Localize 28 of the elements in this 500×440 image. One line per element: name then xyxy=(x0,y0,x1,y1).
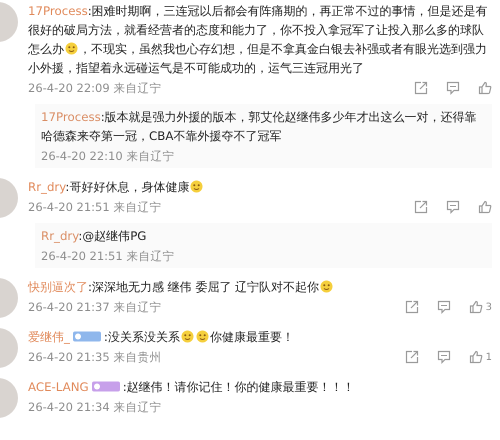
comment-meta: 26-4-20 22:10 来自辽宁 xyxy=(41,148,174,164)
comment-meta: 26-4-20 21:51 来自辽宁 xyxy=(41,248,174,264)
comment-meta: 26-4-20 21:51 来自辽宁 xyxy=(28,200,162,214)
share-icon[interactable] xyxy=(414,81,428,95)
like-icon[interactable] xyxy=(478,81,492,95)
like-icon[interactable] xyxy=(468,350,483,364)
reply-text: Rr_dry:@赵继伟PG xyxy=(41,228,148,245)
comment-icon[interactable] xyxy=(446,81,460,95)
comment-meta: 26-4-20 22:09 来自辽宁 xyxy=(28,80,162,96)
comment-icon[interactable] xyxy=(446,200,460,214)
like-count: 3 xyxy=(486,302,492,312)
comment-text: 17Process:困难时期啊，三连冠以后都会有阵痛期的，再正常不过的事情，但是还是有很好的破局方法，就看经营者的态度和能力了，你不投入拿冠军了让投入那么多的球队怎么办 ，不现实，虽然我也心存幻想，但是不拿真金白银去补强或者有眼光选到强力小外援，指望着永远碰运气是不可能成功的，运气三连冠用光了 xyxy=(28,3,489,77)
comment-icon[interactable] xyxy=(436,300,451,314)
comment-icon[interactable] xyxy=(436,350,451,364)
like-icon[interactable] xyxy=(478,200,492,214)
comment-text: ACE-LANG :赵继伟！请你记住！你的健康最重要！！！ xyxy=(28,379,356,396)
comment-meta: 26-4-20 21:34 来自辽宁 xyxy=(28,400,162,414)
comment-text: 爱继伟_ :没关系没关系 你健康最重要！ xyxy=(28,329,295,346)
like-count: 1 xyxy=(486,352,492,362)
reply-text: 17Process:版本就是强力外援的版本，郭艾伦赵继伟多少年才出这么一对，还得靠哈德森来夺第一冠，CBA不靠外援夺不了冠军 xyxy=(41,109,478,145)
comment-meta: 26-4-20 21:35 来自贵州 xyxy=(28,350,162,364)
share-icon[interactable] xyxy=(404,300,419,314)
share-icon[interactable] xyxy=(404,350,419,364)
comment-text: 快别逼次了:深深地无力感 继伟 委屈了 辽宁队对不起你 xyxy=(28,278,492,297)
share-icon[interactable] xyxy=(414,200,428,214)
comment-meta: 26-4-20 21:37 来自辽宁 xyxy=(28,300,162,314)
like-icon[interactable] xyxy=(468,300,483,314)
comment-text: Rr_dry:哥好好休息，身体健康 xyxy=(28,178,492,197)
